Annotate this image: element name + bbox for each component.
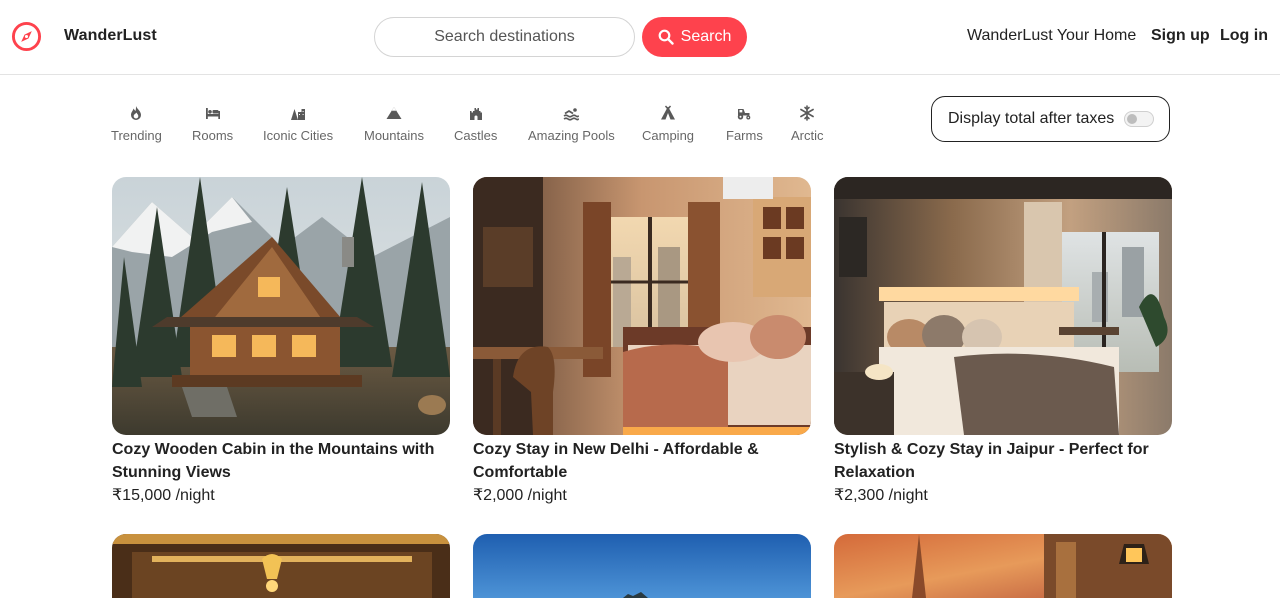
filter-iconic-cities[interactable]: Iconic Cities — [263, 104, 333, 143]
nav-login-link[interactable]: Log in — [1220, 27, 1268, 45]
tent-icon — [659, 104, 677, 122]
listing-image[interactable] — [112, 534, 450, 598]
brand-name[interactable]: WanderLust — [64, 27, 157, 45]
compass-icon[interactable] — [11, 21, 42, 52]
filter-amazing-pools[interactable]: Amazing Pools — [528, 104, 615, 143]
listing-image[interactable] — [112, 177, 450, 435]
listing-card[interactable]: Cozy Stay in New Delhi - Affordable & Co… — [473, 177, 811, 507]
tractor-icon — [735, 104, 753, 122]
filter-label: Iconic Cities — [263, 128, 334, 143]
filter-label: Castles — [454, 128, 498, 143]
tax-toggle[interactable]: Display total after taxes — [931, 96, 1170, 142]
filter-bar: Trending Rooms Iconic Cities Mountains C… — [0, 104, 900, 148]
city-icon — [289, 104, 307, 122]
listing-image[interactable] — [473, 177, 811, 435]
listing-title[interactable]: Stylish & Cozy Stay in Jaipur - Perfect … — [834, 438, 1172, 484]
listing-title[interactable]: Cozy Stay in New Delhi - Affordable & Co… — [473, 438, 811, 484]
search-icon — [658, 29, 674, 45]
search-button-label: Search — [680, 28, 732, 45]
filter-label: Arctic — [791, 128, 824, 143]
listing-price: ₹15,000 /night — [112, 487, 215, 504]
bed-icon — [204, 104, 222, 122]
filter-trending[interactable]: Trending — [111, 104, 162, 143]
listing-image[interactable] — [473, 534, 811, 598]
filter-farms[interactable]: Farms — [726, 104, 763, 143]
navbar: WanderLust Search WanderLust Your Home S… — [0, 0, 1280, 75]
search-button[interactable]: Search — [642, 17, 747, 57]
listing-title[interactable]: Cozy Wooden Cabin in the Mountains with … — [112, 438, 450, 484]
swimmer-icon — [562, 104, 580, 122]
filter-label: Rooms — [192, 128, 234, 143]
filter-label: Mountains — [364, 128, 424, 143]
fire-icon — [127, 104, 145, 122]
filter-arctic[interactable]: Arctic — [791, 104, 824, 143]
filter-castles[interactable]: Castles — [454, 104, 497, 143]
tax-toggle-label: Display total after taxes — [948, 110, 1115, 127]
filter-label: Trending — [111, 128, 162, 143]
listing-image[interactable] — [834, 177, 1172, 435]
snowflake-icon — [798, 104, 816, 122]
tax-switch[interactable] — [1124, 111, 1155, 127]
filter-label: Farms — [726, 128, 763, 143]
listing-price: ₹2,300 /night — [834, 487, 928, 504]
listing-card[interactable]: Stylish & Cozy Stay in Jaipur - Perfect … — [834, 177, 1172, 507]
castle-icon — [467, 104, 485, 122]
nav-home-link[interactable]: WanderLust Your Home — [967, 27, 1136, 45]
search-input[interactable] — [374, 17, 635, 57]
filter-label: Amazing Pools — [528, 128, 615, 143]
mountain-icon — [385, 104, 403, 122]
filter-rooms[interactable]: Rooms — [192, 104, 233, 143]
filter-camping[interactable]: Camping — [642, 104, 694, 143]
switch-knob — [1127, 114, 1138, 124]
filter-mountains[interactable]: Mountains — [364, 104, 424, 143]
listing-price: ₹2,000 /night — [473, 487, 567, 504]
listing-card[interactable]: Cozy Wooden Cabin in the Mountains with … — [112, 177, 450, 507]
listing-image[interactable] — [834, 534, 1172, 598]
nav-signup-link[interactable]: Sign up — [1151, 27, 1210, 45]
filter-label: Camping — [642, 128, 695, 143]
